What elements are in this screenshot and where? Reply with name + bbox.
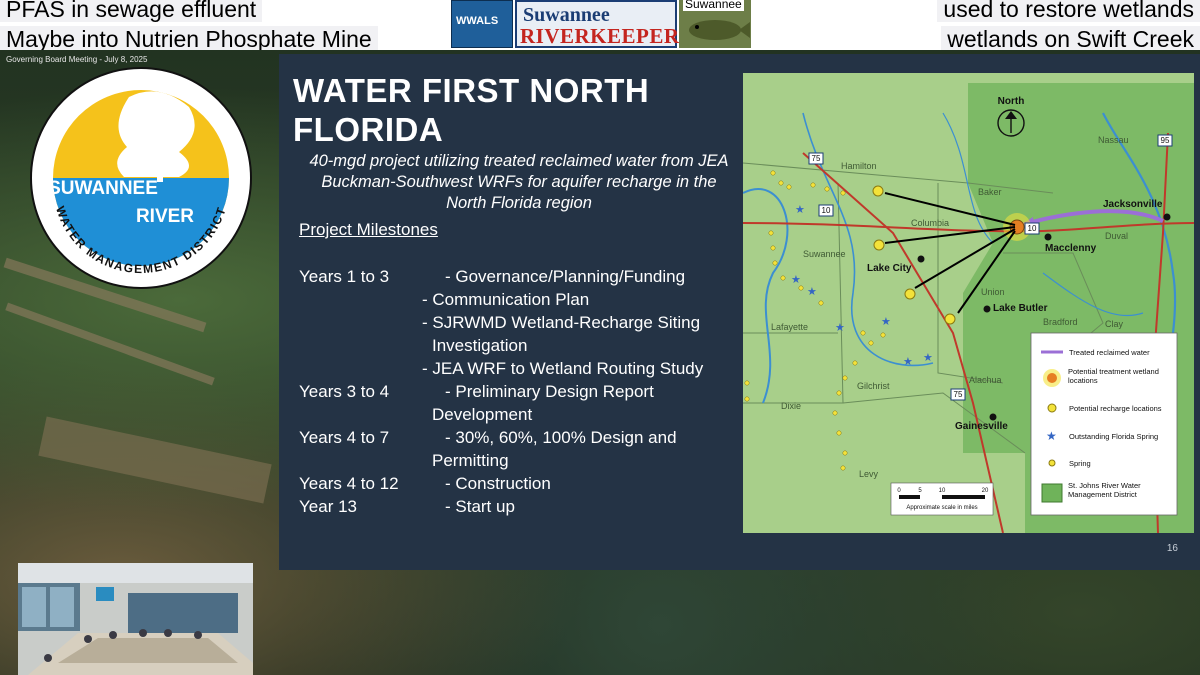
city-label: Lake Butler: [993, 303, 1048, 314]
legend-item: St. Johns River Water Management Distric…: [1068, 481, 1141, 499]
legend-item: Potential recharge locations: [1069, 404, 1162, 413]
svg-text:★: ★: [795, 203, 805, 216]
bass-fish-logo: Suwannee: [679, 0, 751, 48]
caption-bottom-right: wetlands on Swift Creek: [941, 26, 1200, 52]
svg-text:★: ★: [923, 351, 933, 364]
city-label: Gainesville: [955, 421, 1008, 432]
boardroom-inset-video[interactable]: [18, 563, 253, 675]
county-label: Nassau: [1098, 135, 1129, 145]
riverkeeper-wordmark: Suwannee RIVERKEEPER: [515, 0, 680, 48]
milestone-years: Years 1 to 3: [299, 267, 390, 286]
milestone-years: Years 4 to 12: [299, 474, 399, 493]
county-label: Hamilton: [841, 161, 877, 171]
city-label: Macclenny: [1045, 243, 1097, 254]
video-title[interactable]: Governing Board Meeting - July 8, 2025: [6, 55, 147, 64]
seal-line1: SUWANNEE: [48, 178, 158, 199]
milestone-item: - Preliminary Design Report: [445, 382, 654, 401]
county-label: Baker: [978, 187, 1002, 197]
milestone-item: Development: [432, 405, 533, 424]
county-label: Gilchrist: [857, 381, 890, 391]
county-label: Bradford: [1043, 317, 1078, 327]
wwals-badge: WWALS: [451, 0, 513, 48]
project-map: ★ ★ ★ ★ ★ ★ ★ North Hamilton Baker Nassau Col…: [743, 73, 1194, 533]
svg-text:10: 10: [939, 488, 946, 494]
slide-subtitle: 40-mgd project utilizing treated reclaim…: [309, 152, 729, 212]
svg-text:★: ★: [791, 273, 801, 286]
milestone-item: - Construction: [445, 474, 551, 493]
legend-item: Spring: [1069, 459, 1091, 468]
milestone-item: Investigation: [432, 336, 528, 355]
milestone-years: Years 3 to 4: [299, 382, 390, 401]
county-label: Union: [981, 287, 1005, 297]
county-label: Suwannee: [803, 249, 846, 259]
county-label: Lafayette: [771, 322, 808, 332]
north-label: North: [998, 96, 1025, 107]
svg-text:★: ★: [903, 355, 913, 368]
legend-item: Outstanding Florida Spring: [1069, 432, 1158, 441]
legend-item: Treated reclaimed water: [1069, 348, 1150, 357]
fish-icon: [689, 20, 750, 40]
county-label: Dixie: [781, 401, 801, 411]
county-label: Columbia: [911, 218, 949, 228]
highway-shield: 75: [954, 390, 963, 399]
milestone-item: Permitting: [432, 451, 509, 470]
svg-text:★: ★: [807, 285, 817, 298]
highway-shield: 10: [822, 206, 831, 215]
milestone-item: - Start up: [445, 497, 515, 516]
svg-text:Approximate scale in miles: Approximate scale in miles: [906, 505, 977, 511]
milestone-item: - 30%, 60%, 100% Design and: [445, 428, 677, 447]
caption-top-left: PFAS in sewage effluent: [0, 0, 263, 22]
svg-text:20: 20: [982, 488, 989, 494]
caption-top-right: used to restore wetlands: [937, 0, 1200, 22]
milestone-item: - JEA WRF to Wetland Routing Study: [422, 359, 704, 378]
caption-bottom-left: Maybe into Nutrien Phosphate Mine: [0, 26, 378, 52]
milestone-years: Year 13: [299, 497, 357, 516]
milestone-item: - Communication Plan: [422, 290, 590, 309]
presentation-slide: WATER FIRST NORTH FLORIDA 40-mgd project…: [279, 54, 1200, 570]
county-label: Duval: [1105, 231, 1128, 241]
svg-text:★: ★: [835, 321, 845, 334]
milestone-item: - Governance/Planning/Funding: [445, 267, 686, 286]
svg-text:★: ★: [1046, 429, 1057, 443]
wwals-badge-text: WWALS: [456, 15, 499, 27]
riverkeeper-logo: WWALS Suwannee RIVERKEEPER Suwannee: [451, 0, 751, 50]
seal-line2: RIVER: [136, 206, 194, 227]
highway-shield: 95: [1161, 136, 1170, 145]
riverkeeper-word-bottom: RIVERKEEPER: [520, 24, 680, 48]
city-label: Lake City: [867, 263, 912, 274]
milestones-heading: Project Milestones: [299, 220, 438, 239]
highway-shield: 75: [812, 154, 821, 163]
county-label: Alachua: [969, 375, 1002, 385]
county-label: Levy: [859, 469, 879, 479]
srwmd-seal: SUWANNEE RIVER WATER MANAGEMENT DISTRICT: [30, 67, 252, 289]
slide-page-number: 16: [1166, 543, 1178, 554]
milestone-item: - SJRWMD Wetland-Recharge Siting: [422, 313, 701, 332]
slide-title: WATER FIRST NORTH FLORIDA: [293, 72, 650, 148]
svg-text:★: ★: [881, 315, 891, 328]
county-label: Clay: [1105, 319, 1124, 329]
city-label: Jacksonville: [1103, 199, 1163, 210]
highway-shield: 10: [1028, 224, 1037, 233]
milestone-years: Years 4 to 7: [299, 428, 390, 447]
legend-item: Potential treatment wetland locations: [1068, 367, 1159, 385]
